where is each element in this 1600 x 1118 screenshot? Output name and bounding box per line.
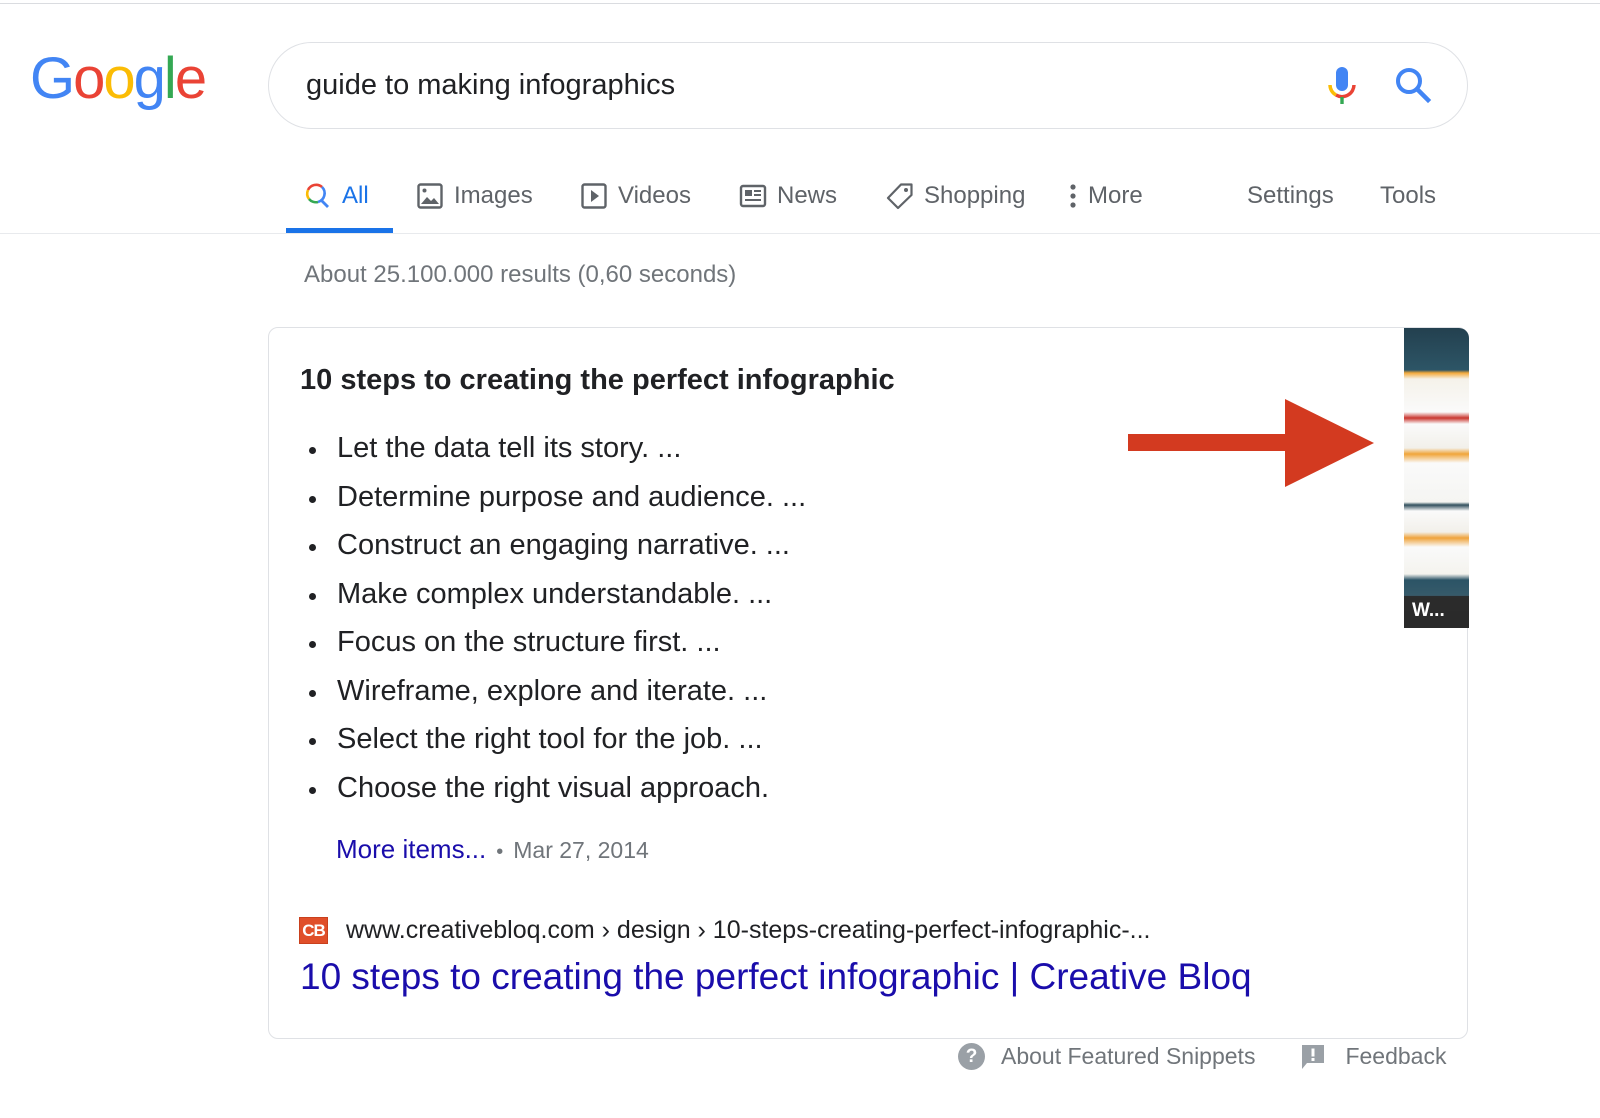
result-title-link[interactable]: 10 steps to creating the perfect infogra…: [300, 956, 1252, 998]
tabs-divider: [0, 233, 1600, 234]
microphone-icon: [1328, 67, 1356, 104]
list-item: Wireframe, explore and iterate. ...: [300, 671, 806, 720]
settings-button[interactable]: Settings: [1247, 160, 1334, 232]
tab-label: More: [1088, 182, 1143, 209]
search-icon: [304, 182, 332, 210]
tools-label: Tools: [1380, 182, 1437, 209]
help-icon: ?: [958, 1043, 985, 1070]
logo-letter: o: [103, 46, 135, 111]
about-featured-snippets-link[interactable]: ? About Featured Snippets: [958, 1043, 1255, 1070]
tools-button[interactable]: Tools: [1380, 160, 1436, 232]
tab-label: Images: [454, 182, 533, 209]
snippet-list: Let the data tell its story. ... Determi…: [300, 428, 806, 816]
more-items-link[interactable]: More items...: [336, 834, 486, 865]
search-input[interactable]: [306, 65, 1286, 105]
tab-label: News: [777, 182, 838, 209]
play-icon: [580, 182, 608, 210]
search-icon: [1396, 68, 1432, 104]
feedback-link[interactable]: Feedback: [1255, 1043, 1446, 1070]
list-item: Determine purpose and audience. ...: [300, 477, 806, 526]
tab-label: Videos: [618, 182, 691, 209]
image-icon: [416, 182, 444, 210]
site-favicon: CB: [299, 917, 328, 944]
tab-all[interactable]: All: [304, 160, 369, 232]
list-item: Construct an engaging narrative. ...: [300, 525, 806, 574]
tab-label: Shopping: [924, 182, 1026, 209]
feedback-label: Feedback: [1345, 1043, 1447, 1069]
red-arrow-annotation-icon: [1128, 399, 1374, 487]
search-box: [268, 42, 1468, 129]
tab-videos[interactable]: Videos: [580, 160, 691, 232]
logo-letter: G: [30, 46, 75, 111]
about-label: About Featured Snippets: [1001, 1043, 1256, 1069]
snippet-date: Mar 27, 2014: [513, 837, 649, 863]
result-breadcrumb: CB www.creativebloq.com › design › 10-st…: [299, 916, 1151, 945]
snippet-title: 10 steps to creating the perfect infogra…: [300, 364, 895, 396]
feedback-icon: [1302, 1044, 1325, 1069]
tab-images[interactable]: Images: [416, 160, 533, 232]
snippet-thumbnail-image[interactable]: W...: [1404, 328, 1469, 628]
list-item: Choose the right visual approach.: [300, 768, 806, 817]
more-vertical-icon: [1066, 182, 1080, 210]
tab-news[interactable]: News: [739, 160, 837, 232]
google-logo[interactable]: Google: [30, 46, 207, 111]
tab-more[interactable]: More: [1066, 160, 1143, 232]
snippet-footer: ? About Featured Snippets Feedback: [958, 1043, 1446, 1070]
more-items-row: More items... • Mar 27, 2014: [336, 834, 649, 865]
list-item: Focus on the structure first. ...: [300, 622, 806, 671]
tab-shopping[interactable]: Shopping: [886, 160, 1025, 232]
list-item: Make complex understandable. ...: [300, 574, 806, 623]
logo-letter: l: [163, 46, 177, 111]
tag-icon: [886, 182, 914, 210]
voice-search-button[interactable]: [1324, 65, 1360, 107]
search-button[interactable]: [1393, 65, 1433, 105]
tab-label: All: [342, 182, 369, 209]
logo-letter: g: [133, 46, 166, 111]
settings-label: Settings: [1247, 182, 1334, 209]
top-divider: [0, 3, 1600, 4]
list-item: Let the data tell its story. ...: [300, 428, 806, 477]
separator-dot: •: [496, 841, 504, 863]
thumbnail-caption: W...: [1404, 596, 1469, 628]
result-stats: About 25.100.000 results (0,60 seconds): [304, 261, 737, 288]
logo-letter: o: [73, 46, 105, 111]
breadcrumb-url[interactable]: www.creativebloq.com › design › 10-steps…: [346, 916, 1151, 945]
logo-letter: e: [174, 46, 207, 111]
newspaper-icon: [739, 182, 767, 210]
list-item: Select the right tool for the job. ...: [300, 719, 806, 768]
